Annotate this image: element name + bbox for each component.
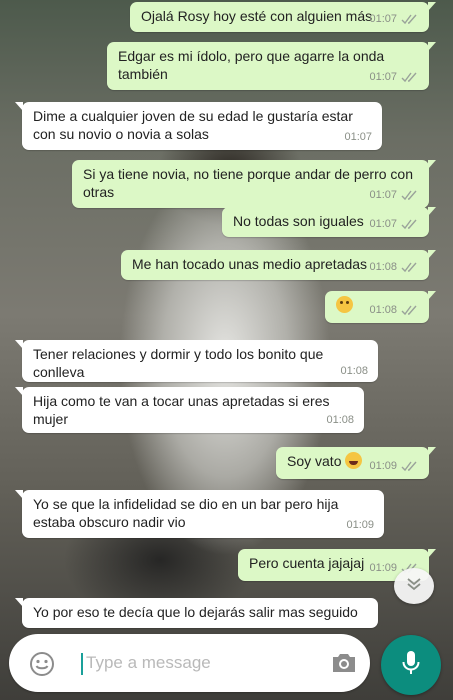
message-meta: 01:08	[340, 362, 368, 380]
message-text: Ojalá Rosy hoy esté con alguien más	[141, 8, 373, 24]
message-input[interactable]	[86, 648, 316, 678]
message-meta: 01:07	[344, 128, 372, 146]
message-time: 01:07	[344, 131, 372, 143]
message-time: 01:09	[369, 562, 397, 574]
double-check-icon	[401, 262, 419, 273]
message-time: 01:07	[369, 189, 397, 201]
message-text: Pero cuenta jajajaj	[249, 555, 365, 571]
message-bubble-outgoing[interactable]: 01:08	[325, 291, 436, 323]
message-text: Hija como te van a tocar unas apretadas …	[33, 393, 330, 427]
camera-icon[interactable]	[330, 651, 358, 680]
message-bubble-outgoing[interactable]: Edgar es mi ídolo, pero que agarre la on…	[107, 42, 436, 90]
message-bubble-incoming[interactable]: Yo se que la infidelidad se dio en un ba…	[15, 490, 384, 538]
double-check-icon	[401, 219, 419, 230]
message-time: 01:09	[346, 519, 374, 531]
message-text: Si ya tiene novia, no tiene porque andar…	[83, 166, 414, 200]
message-text: Me han tocado unas medio apretadas	[132, 256, 368, 272]
message-text: Yo por eso te decía que lo dejarás salir…	[33, 604, 358, 620]
voice-record-button[interactable]	[381, 635, 441, 695]
message-bubble-incoming[interactable]: Hija como te van a tocar unas apretadas …	[15, 387, 364, 433]
message-bubble-incoming[interactable]: Dime a cualquier joven de su edad le gus…	[15, 102, 382, 150]
message-meta: 01:07	[369, 10, 419, 28]
message-meta: 01:09	[369, 457, 419, 475]
message-text: Soy vato	[287, 453, 342, 469]
thinking-face-emoji-icon	[336, 296, 353, 313]
message-meta: 01:08	[369, 301, 419, 319]
smiley-icon[interactable]	[29, 651, 55, 682]
message-time: 01:08	[326, 414, 354, 426]
message-bubble-incoming[interactable]: Tener relaciones y dormir y todo los bon…	[15, 340, 378, 382]
message-bubble-incoming[interactable]: Yo por eso te decía que lo dejarás salir…	[15, 598, 378, 628]
message-composer	[9, 634, 370, 692]
message-bubble-outgoing[interactable]: No todas son iguales 01:07	[222, 207, 436, 237]
message-text: Dime a cualquier joven de su edad le gus…	[33, 108, 353, 142]
double-check-icon	[401, 305, 419, 316]
message-bubble-outgoing[interactable]: Me han tocado unas medio apretadas 01:08	[121, 250, 436, 280]
double-check-icon	[401, 461, 419, 472]
message-time: 01:08	[369, 261, 397, 273]
message-meta: 01:07	[369, 215, 419, 233]
message-meta: 01:09	[346, 516, 374, 534]
message-text: No todas son iguales	[233, 213, 364, 229]
message-meta: 01:07	[369, 186, 419, 204]
scroll-to-bottom-button[interactable]	[394, 568, 434, 604]
double-chevron-down-icon	[406, 577, 422, 596]
message-time: 01:08	[340, 365, 368, 377]
message-text: Yo se que la infidelidad se dio en un ba…	[33, 496, 339, 530]
double-check-icon	[401, 72, 419, 83]
text-cursor	[81, 653, 83, 675]
message-time: 01:09	[369, 460, 397, 472]
double-check-icon	[401, 14, 419, 25]
message-time: 01:07	[369, 71, 397, 83]
message-text: Edgar es mi ídolo, pero que agarre la on…	[118, 48, 385, 82]
message-meta: 01:07	[369, 68, 419, 86]
message-time: 01:08	[369, 304, 397, 316]
message-meta: 01:08	[326, 411, 354, 429]
message-time: 01:07	[369, 13, 397, 25]
message-meta: 01:08	[369, 258, 419, 276]
message-time: 01:07	[369, 218, 397, 230]
laughing-tears-face-emoji-icon	[345, 452, 363, 469]
message-bubble-outgoing[interactable]: Si ya tiene novia, no tiene porque andar…	[72, 160, 436, 208]
message-text: Tener relaciones y dormir y todo los bon…	[33, 346, 324, 380]
microphone-icon	[401, 649, 421, 682]
message-bubble-outgoing[interactable]: Soy vato 01:09	[276, 447, 436, 479]
message-bubble-outgoing[interactable]: Ojalá Rosy hoy esté con alguien más 01:0…	[130, 2, 436, 32]
double-check-icon	[401, 190, 419, 201]
